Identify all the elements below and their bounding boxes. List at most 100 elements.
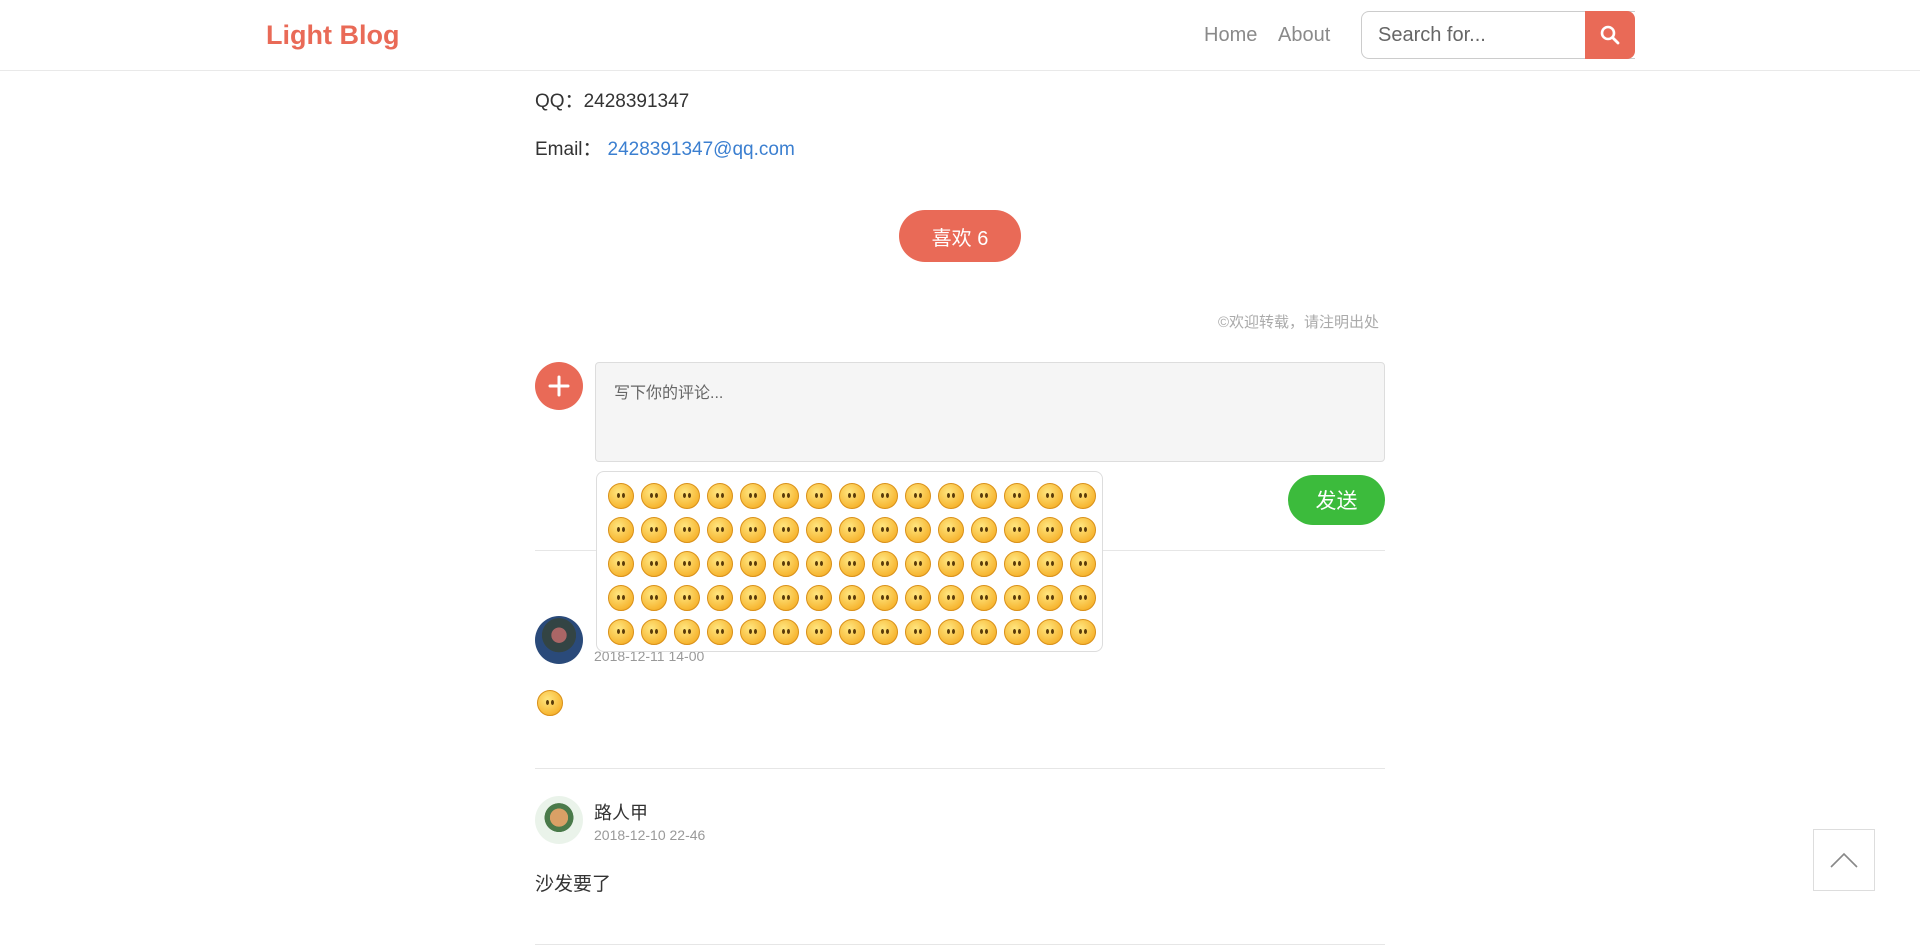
emoji-icon[interactable] (901, 615, 934, 649)
email-link[interactable]: 2428391347@qq.com (608, 139, 795, 160)
emoji-icon[interactable] (901, 547, 934, 581)
emoji-icon[interactable] (1033, 615, 1066, 649)
comment-avatar[interactable] (535, 796, 583, 844)
emoji-icon[interactable] (703, 547, 736, 581)
emoji-panel (596, 471, 1103, 652)
emoji-face-icon (1003, 585, 1030, 611)
emoji-icon[interactable] (1033, 547, 1066, 581)
emoji-icon[interactable] (967, 479, 1000, 513)
comment-author[interactable]: 路人甲 (594, 799, 648, 825)
emoji-icon[interactable] (604, 581, 637, 615)
emoji-icon[interactable] (835, 581, 868, 615)
emoji-icon[interactable] (769, 479, 802, 513)
emoji-icon[interactable] (769, 547, 802, 581)
emoji-icon[interactable] (967, 615, 1000, 649)
emoji-icon[interactable] (736, 615, 769, 649)
search-button[interactable] (1585, 11, 1635, 59)
emoji-icon[interactable] (1066, 615, 1099, 649)
emoji-icon[interactable] (802, 581, 835, 615)
navbar: Light Blog Home About (0, 0, 1920, 71)
emoji-icon[interactable] (736, 513, 769, 547)
emoji-icon[interactable] (1000, 547, 1033, 581)
emoji-icon[interactable] (901, 581, 934, 615)
nav-home-link[interactable]: Home (1204, 24, 1257, 47)
comment-input[interactable] (595, 362, 1385, 462)
brand-logo[interactable]: Light Blog (266, 20, 399, 51)
emoji-face-icon (1003, 551, 1030, 577)
emoji-icon[interactable] (835, 615, 868, 649)
emoji-icon[interactable] (769, 581, 802, 615)
emoji-icon[interactable] (901, 479, 934, 513)
emoji-icon[interactable] (934, 615, 967, 649)
emoji-icon[interactable] (868, 615, 901, 649)
emoji-toggle-button[interactable] (535, 362, 583, 410)
emoji-icon[interactable] (604, 547, 637, 581)
copyright-note: ©欢迎转载，请注明出处 (1217, 314, 1379, 331)
emoji-face-icon (772, 517, 799, 543)
emoji-face-icon (1003, 619, 1030, 645)
emoji-icon[interactable] (1000, 581, 1033, 615)
emoji-icon[interactable] (868, 547, 901, 581)
emoji-icon[interactable] (604, 513, 637, 547)
emoji-icon[interactable] (736, 479, 769, 513)
emoji-icon[interactable] (967, 513, 1000, 547)
emoji-icon[interactable] (736, 581, 769, 615)
emoji-icon[interactable] (967, 581, 1000, 615)
emoji-icon[interactable] (1033, 479, 1066, 513)
comment-avatar[interactable] (535, 616, 583, 664)
emoji-icon[interactable] (835, 513, 868, 547)
emoji-icon[interactable] (670, 547, 703, 581)
emoji-icon[interactable] (802, 479, 835, 513)
emoji-icon[interactable] (1066, 513, 1099, 547)
emoji-icon[interactable] (1066, 547, 1099, 581)
emoji-icon[interactable] (868, 479, 901, 513)
emoji-icon[interactable] (670, 615, 703, 649)
qq-value: 2428391347 (583, 91, 690, 112)
emoji-face-icon (673, 551, 700, 577)
emoji-icon[interactable] (670, 513, 703, 547)
emoji-icon[interactable] (802, 513, 835, 547)
emoji-icon[interactable] (1033, 581, 1066, 615)
emoji-icon[interactable] (670, 479, 703, 513)
emoji-icon[interactable] (802, 615, 835, 649)
emoji-icon[interactable] (901, 513, 934, 547)
emoji-icon[interactable] (1000, 513, 1033, 547)
emoji-face-icon (838, 517, 865, 543)
emoji-icon[interactable] (868, 581, 901, 615)
emoji-icon[interactable] (637, 615, 670, 649)
emoji-icon[interactable] (769, 513, 802, 547)
emoji-icon[interactable] (934, 547, 967, 581)
emoji-icon[interactable] (703, 479, 736, 513)
send-button[interactable]: 发送 (1288, 475, 1385, 525)
emoji-icon[interactable] (835, 479, 868, 513)
emoji-icon[interactable] (1033, 513, 1066, 547)
emoji-icon[interactable] (703, 581, 736, 615)
emoji-icon[interactable] (637, 581, 670, 615)
emoji-icon[interactable] (1000, 479, 1033, 513)
emoji-face-icon (673, 619, 700, 645)
emoji-face-icon (937, 517, 964, 543)
emoji-icon[interactable] (934, 513, 967, 547)
emoji-icon[interactable] (637, 513, 670, 547)
emoji-icon[interactable] (934, 581, 967, 615)
emoji-icon[interactable] (736, 547, 769, 581)
emoji-icon[interactable] (637, 547, 670, 581)
emoji-icon[interactable] (604, 615, 637, 649)
emoji-icon[interactable] (769, 615, 802, 649)
emoji-icon[interactable] (934, 479, 967, 513)
emoji-icon[interactable] (1066, 581, 1099, 615)
emoji-icon[interactable] (703, 615, 736, 649)
like-button[interactable]: 喜欢 6 (899, 210, 1021, 262)
emoji-icon[interactable] (637, 479, 670, 513)
emoji-icon[interactable] (604, 479, 637, 513)
nav-about-link[interactable]: About (1278, 24, 1330, 47)
emoji-icon[interactable] (670, 581, 703, 615)
back-to-top-button[interactable] (1813, 829, 1875, 891)
emoji-icon[interactable] (868, 513, 901, 547)
emoji-icon[interactable] (835, 547, 868, 581)
emoji-icon[interactable] (1000, 615, 1033, 649)
emoji-icon[interactable] (703, 513, 736, 547)
emoji-icon[interactable] (1066, 479, 1099, 513)
emoji-icon[interactable] (802, 547, 835, 581)
emoji-icon[interactable] (967, 547, 1000, 581)
